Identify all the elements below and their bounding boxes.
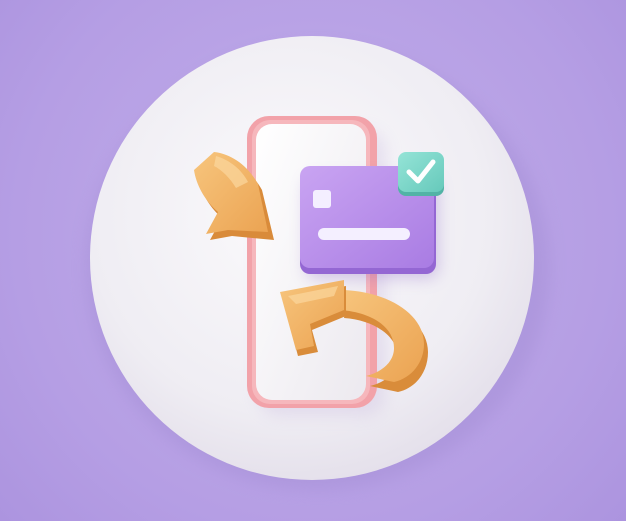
check-icon [398, 152, 444, 196]
card-number-stripe [318, 228, 410, 240]
card-chip [313, 190, 331, 208]
illustration-scene [0, 0, 626, 521]
payment-refresh-illustration [86, 36, 550, 490]
